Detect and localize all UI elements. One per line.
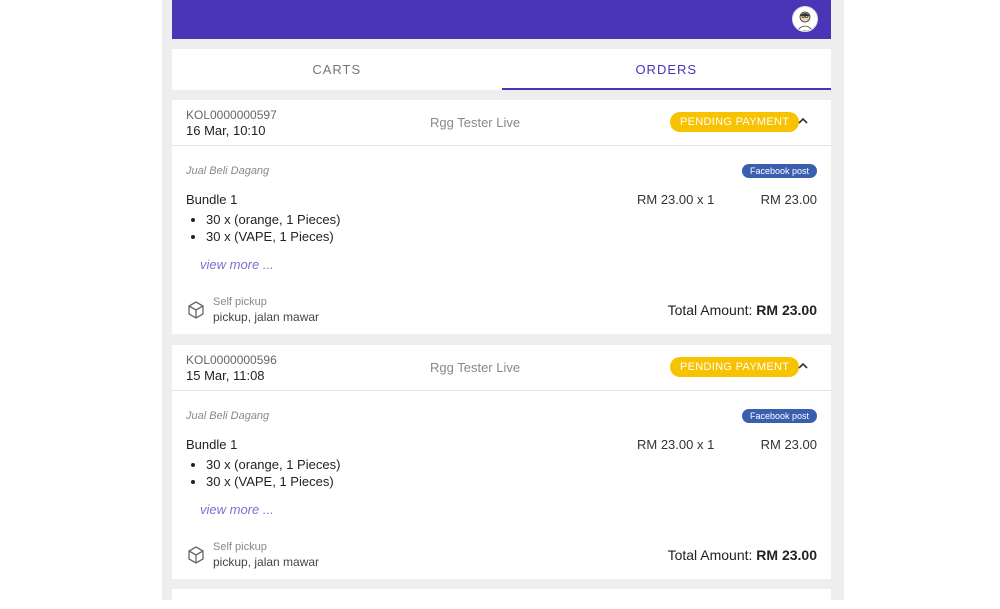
unit-price: RM 23.00 x 1 [637,437,715,452]
view-more-link[interactable]: view more ... [200,257,274,272]
order-card-partial [172,589,831,609]
status-badge: PENDING PAYMENT [670,357,800,377]
order-body: Jual Beli Dagang Facebook post Bundle 1 … [172,146,831,334]
unit-price: RM 23.00 x 1 [637,192,715,207]
app-container: CARTS ORDERS KOL0000000597 16 Mar, 10:10… [162,0,844,609]
source-badge: Facebook post [741,409,817,423]
list-item: 30 x (VAPE, 1 Pieces) [206,228,340,245]
source-badge: Facebook post [741,164,817,178]
list-item: 30 x (orange, 1 Pieces) [206,211,340,228]
order-header[interactable]: KOL0000000597 16 Mar, 10:10 Rgg Tester L… [172,100,831,146]
total-value: RM 23.00 [756,547,817,563]
order-date: 16 Mar, 10:10 [186,123,266,138]
pickup-method: Self pickup [213,541,267,553]
order-header[interactable]: KOL0000000596 15 Mar, 11:08 Rgg Tester L… [172,345,831,391]
list-item: 30 x (VAPE, 1 Pieces) [206,473,340,490]
total-label: Total Amount: [667,302,753,318]
tab-bar: CARTS ORDERS [172,49,831,90]
seller-name: Jual Beli Dagang [186,165,270,177]
total-amount: Total Amount: RM 23.00 [668,547,817,563]
order-card: KOL0000000596 15 Mar, 11:08 Rgg Tester L… [172,345,831,579]
order-date: 15 Mar, 11:08 [186,368,265,383]
order-body: Jual Beli Dagang Facebook post Bundle 1 … [172,391,831,579]
order-id: KOL0000000596 [186,353,277,367]
chevron-up-icon[interactable] [796,359,810,373]
user-avatar[interactable] [792,6,818,32]
status-badge: PENDING PAYMENT [670,112,800,132]
seller-name: Jual Beli Dagang [186,410,270,422]
top-bar [172,0,831,39]
item-list: 30 x (orange, 1 Pieces) 30 x (VAPE, 1 Pi… [186,456,340,490]
shop-name: Rgg Tester Live [430,360,521,375]
total-value: RM 23.00 [756,302,817,318]
line-price: RM 23.00 [760,437,817,452]
avatar-icon [796,11,814,31]
list-item: 30 x (orange, 1 Pieces) [206,456,340,473]
order-id: KOL0000000597 [186,108,277,122]
bundle-name: Bundle 1 [186,192,238,207]
chevron-up-icon[interactable] [796,114,810,128]
pickup-address: pickup, jalan mawar [213,555,320,569]
pickup-method: Self pickup [213,296,267,308]
shop-name: Rgg Tester Live [430,115,521,130]
bundle-name: Bundle 1 [186,437,238,452]
pickup-address: pickup, jalan mawar [213,310,320,324]
view-more-link[interactable]: view more ... [200,502,274,517]
tab-carts[interactable]: CARTS [172,49,502,90]
total-label: Total Amount: [667,547,753,563]
tab-orders[interactable]: ORDERS [501,49,832,90]
package-icon [188,546,204,564]
line-price: RM 23.00 [760,192,817,207]
total-amount: Total Amount: RM 23.00 [668,302,817,318]
package-icon [188,301,204,319]
item-list: 30 x (orange, 1 Pieces) 30 x (VAPE, 1 Pi… [186,211,340,245]
order-card: KOL0000000597 16 Mar, 10:10 Rgg Tester L… [172,100,831,334]
